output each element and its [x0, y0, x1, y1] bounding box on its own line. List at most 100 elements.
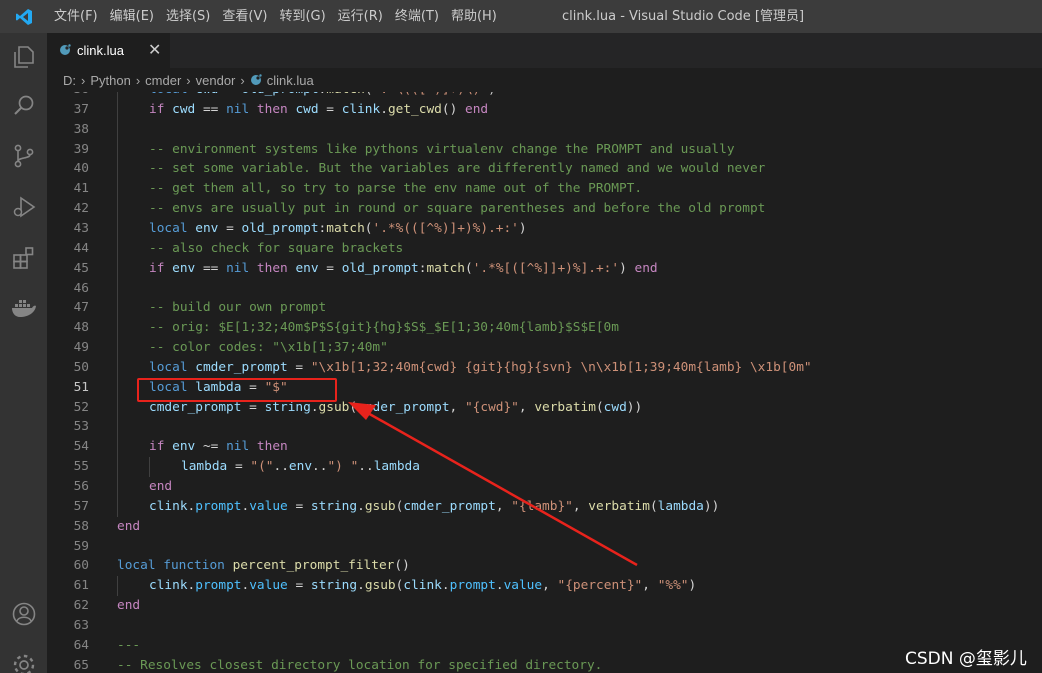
code-line[interactable]: 63 — [47, 616, 1042, 636]
indent-guide — [117, 298, 118, 319]
code-line[interactable]: 56 end — [47, 477, 1042, 497]
code-line[interactable]: 43 local env = old_prompt:match('.*%(([^%… — [47, 218, 1042, 239]
code-line[interactable]: 61 clink.prompt.value = string.gsub(clink… — [47, 576, 1042, 597]
docker-icon[interactable] — [0, 286, 47, 330]
code-token: ) — [688, 578, 697, 594]
indent-guide — [117, 139, 118, 160]
code-token: match — [326, 92, 365, 97]
code-token: cmder_prompt — [357, 399, 450, 415]
code-token: ") " — [327, 459, 359, 475]
code-line[interactable]: 45 if env == nil then env = old_prompt:ma… — [47, 258, 1042, 279]
tab-clink-lua[interactable]: clink.lua ✕ — [47, 33, 170, 68]
code-token: end — [117, 598, 141, 614]
code-line[interactable]: 53 — [47, 417, 1042, 438]
breadcrumb-item[interactable]: Python — [90, 73, 130, 88]
menu-item[interactable]: 文件(F) — [48, 0, 104, 33]
code-token: = — [227, 459, 251, 475]
code-token: -- Resolves closest directory location f… — [117, 657, 603, 673]
code-line[interactable]: 39 -- environment systems like pythons vi… — [47, 139, 1042, 160]
indent-guide — [117, 258, 118, 279]
code-line[interactable]: 37 if cwd == nil then cwd = clink.get_cwd… — [47, 99, 1042, 120]
chevron-right-icon: › — [81, 72, 86, 88]
code-token: lambda — [657, 498, 704, 514]
menu-item[interactable]: 终端(T) — [389, 0, 445, 33]
code-token: = — [287, 578, 311, 594]
indent-guide — [117, 99, 118, 120]
line-number: 59 — [73, 538, 89, 554]
line-number: 43 — [73, 220, 89, 236]
code-token: verbatim — [588, 498, 650, 514]
code-line[interactable]: 47 -- build our own prompt — [47, 298, 1042, 319]
activity-bar — [0, 33, 47, 673]
explorer-icon[interactable] — [0, 35, 47, 79]
code-line[interactable]: 46 — [47, 278, 1042, 299]
code-line[interactable]: 64 --- — [47, 636, 1042, 656]
line-number: 38 — [73, 121, 89, 137]
code-token: -- environment systems like pythons virt… — [149, 141, 735, 157]
menu-item[interactable]: 选择(S) — [160, 0, 216, 33]
code-token: .. — [312, 459, 328, 475]
code-line[interactable]: 55 lambda = "("..env..") "..lambda — [47, 457, 1042, 478]
source-control-icon[interactable] — [0, 134, 47, 178]
menu-item[interactable]: 运行(R) — [332, 0, 389, 33]
account-icon[interactable] — [0, 592, 47, 636]
code-token: -- set some variable. But the variables … — [149, 161, 766, 177]
code-token: end — [465, 101, 489, 117]
code-line[interactable]: 41 -- get them all, so try to parse the e… — [47, 179, 1042, 200]
code-text: local cmder_prompt = "\x1b[1;32;40m{cwd}… — [149, 358, 812, 378]
code-line[interactable]: 49 -- color codes: "\x1b[1;37;40m" — [47, 338, 1042, 359]
code-token: "%%" — [657, 578, 689, 594]
code-token: old_prompt — [341, 260, 419, 276]
code-line[interactable]: 62 end — [47, 596, 1042, 616]
code-token: () — [441, 101, 465, 117]
code-line[interactable]: 50 local cmder_prompt = "\x1b[1;32;40m{cw… — [47, 357, 1042, 378]
breadcrumb-item[interactable]: clink.lua — [267, 73, 314, 88]
menu-item[interactable]: 帮助(H) — [445, 0, 503, 33]
breadcrumb-item[interactable]: D: — [63, 73, 76, 88]
code-line[interactable]: 40 -- set some variable. But the variable… — [47, 159, 1042, 180]
code-token: local — [149, 359, 196, 375]
line-number: 51 — [73, 379, 89, 395]
breadcrumb-item[interactable]: vendor — [196, 73, 236, 88]
code-line[interactable]: 58 end — [47, 517, 1042, 537]
code-token: , — [495, 498, 512, 514]
line-number: 57 — [73, 498, 89, 514]
breadcrumb-item[interactable]: cmder — [145, 73, 181, 88]
code-token: match — [426, 260, 465, 276]
code-line[interactable]: 38 — [47, 119, 1042, 140]
code-line[interactable]: 44 -- also check for square brackets — [47, 238, 1042, 259]
code-line[interactable]: 54 if env ~= nil then — [47, 437, 1042, 458]
code-line[interactable]: 60 local function percent_prompt_filter() — [47, 556, 1042, 576]
indent-guide — [117, 377, 118, 398]
code-text: local env = old_prompt:match('.*%(([^%)]… — [149, 219, 527, 239]
line-number: 40 — [73, 161, 89, 177]
code-line[interactable]: 57 clink.prompt.value = string.gsub(cmder… — [47, 496, 1042, 517]
code-token: nil — [226, 260, 250, 276]
line-number: 61 — [73, 578, 89, 594]
close-tab-icon[interactable]: ✕ — [148, 40, 161, 59]
code-line[interactable]: 42 -- envs are usually put in round or sq… — [47, 199, 1042, 220]
watermark: CSDN @玺影儿 — [905, 649, 1027, 669]
code-token: )) — [626, 399, 643, 415]
code-text: clink.prompt.value = string.gsub(cmder_p… — [149, 497, 719, 517]
menu-bar: 文件(F) 编辑(E) 选择(S) 查看(V) 转到(G) 运行(R) 终端(T) 帮助(H) — [48, 0, 503, 33]
line-number: 49 — [73, 340, 89, 356]
code-line[interactable]: 65 -- Resolves closest directory location… — [47, 656, 1042, 673]
code-token: lambda — [373, 459, 420, 475]
code-token: . — [357, 498, 365, 514]
code-line[interactable]: 48 -- orig: $E[1;32;40m$P$S{git}{hg}$S$_$… — [47, 318, 1042, 339]
code-line[interactable]: 36 local cwd = old_prompt:match('.*\(([^)… — [47, 92, 1042, 100]
code-token: then — [249, 101, 296, 117]
extensions-icon[interactable] — [0, 236, 47, 280]
settings-gear-icon[interactable] — [0, 643, 47, 673]
menu-item[interactable]: 编辑(E) — [104, 0, 160, 33]
search-icon[interactable] — [0, 84, 47, 128]
code-line[interactable]: 59 — [47, 537, 1042, 557]
code-token: percent_prompt_filter — [232, 558, 395, 574]
run-debug-icon[interactable] — [0, 185, 47, 229]
menu-item[interactable]: 查看(V) — [216, 0, 273, 33]
line-number: 44 — [73, 240, 89, 256]
code-text: --- — [117, 636, 140, 656]
code-token: env — [172, 439, 196, 455]
menu-item[interactable]: 转到(G) — [273, 0, 331, 33]
